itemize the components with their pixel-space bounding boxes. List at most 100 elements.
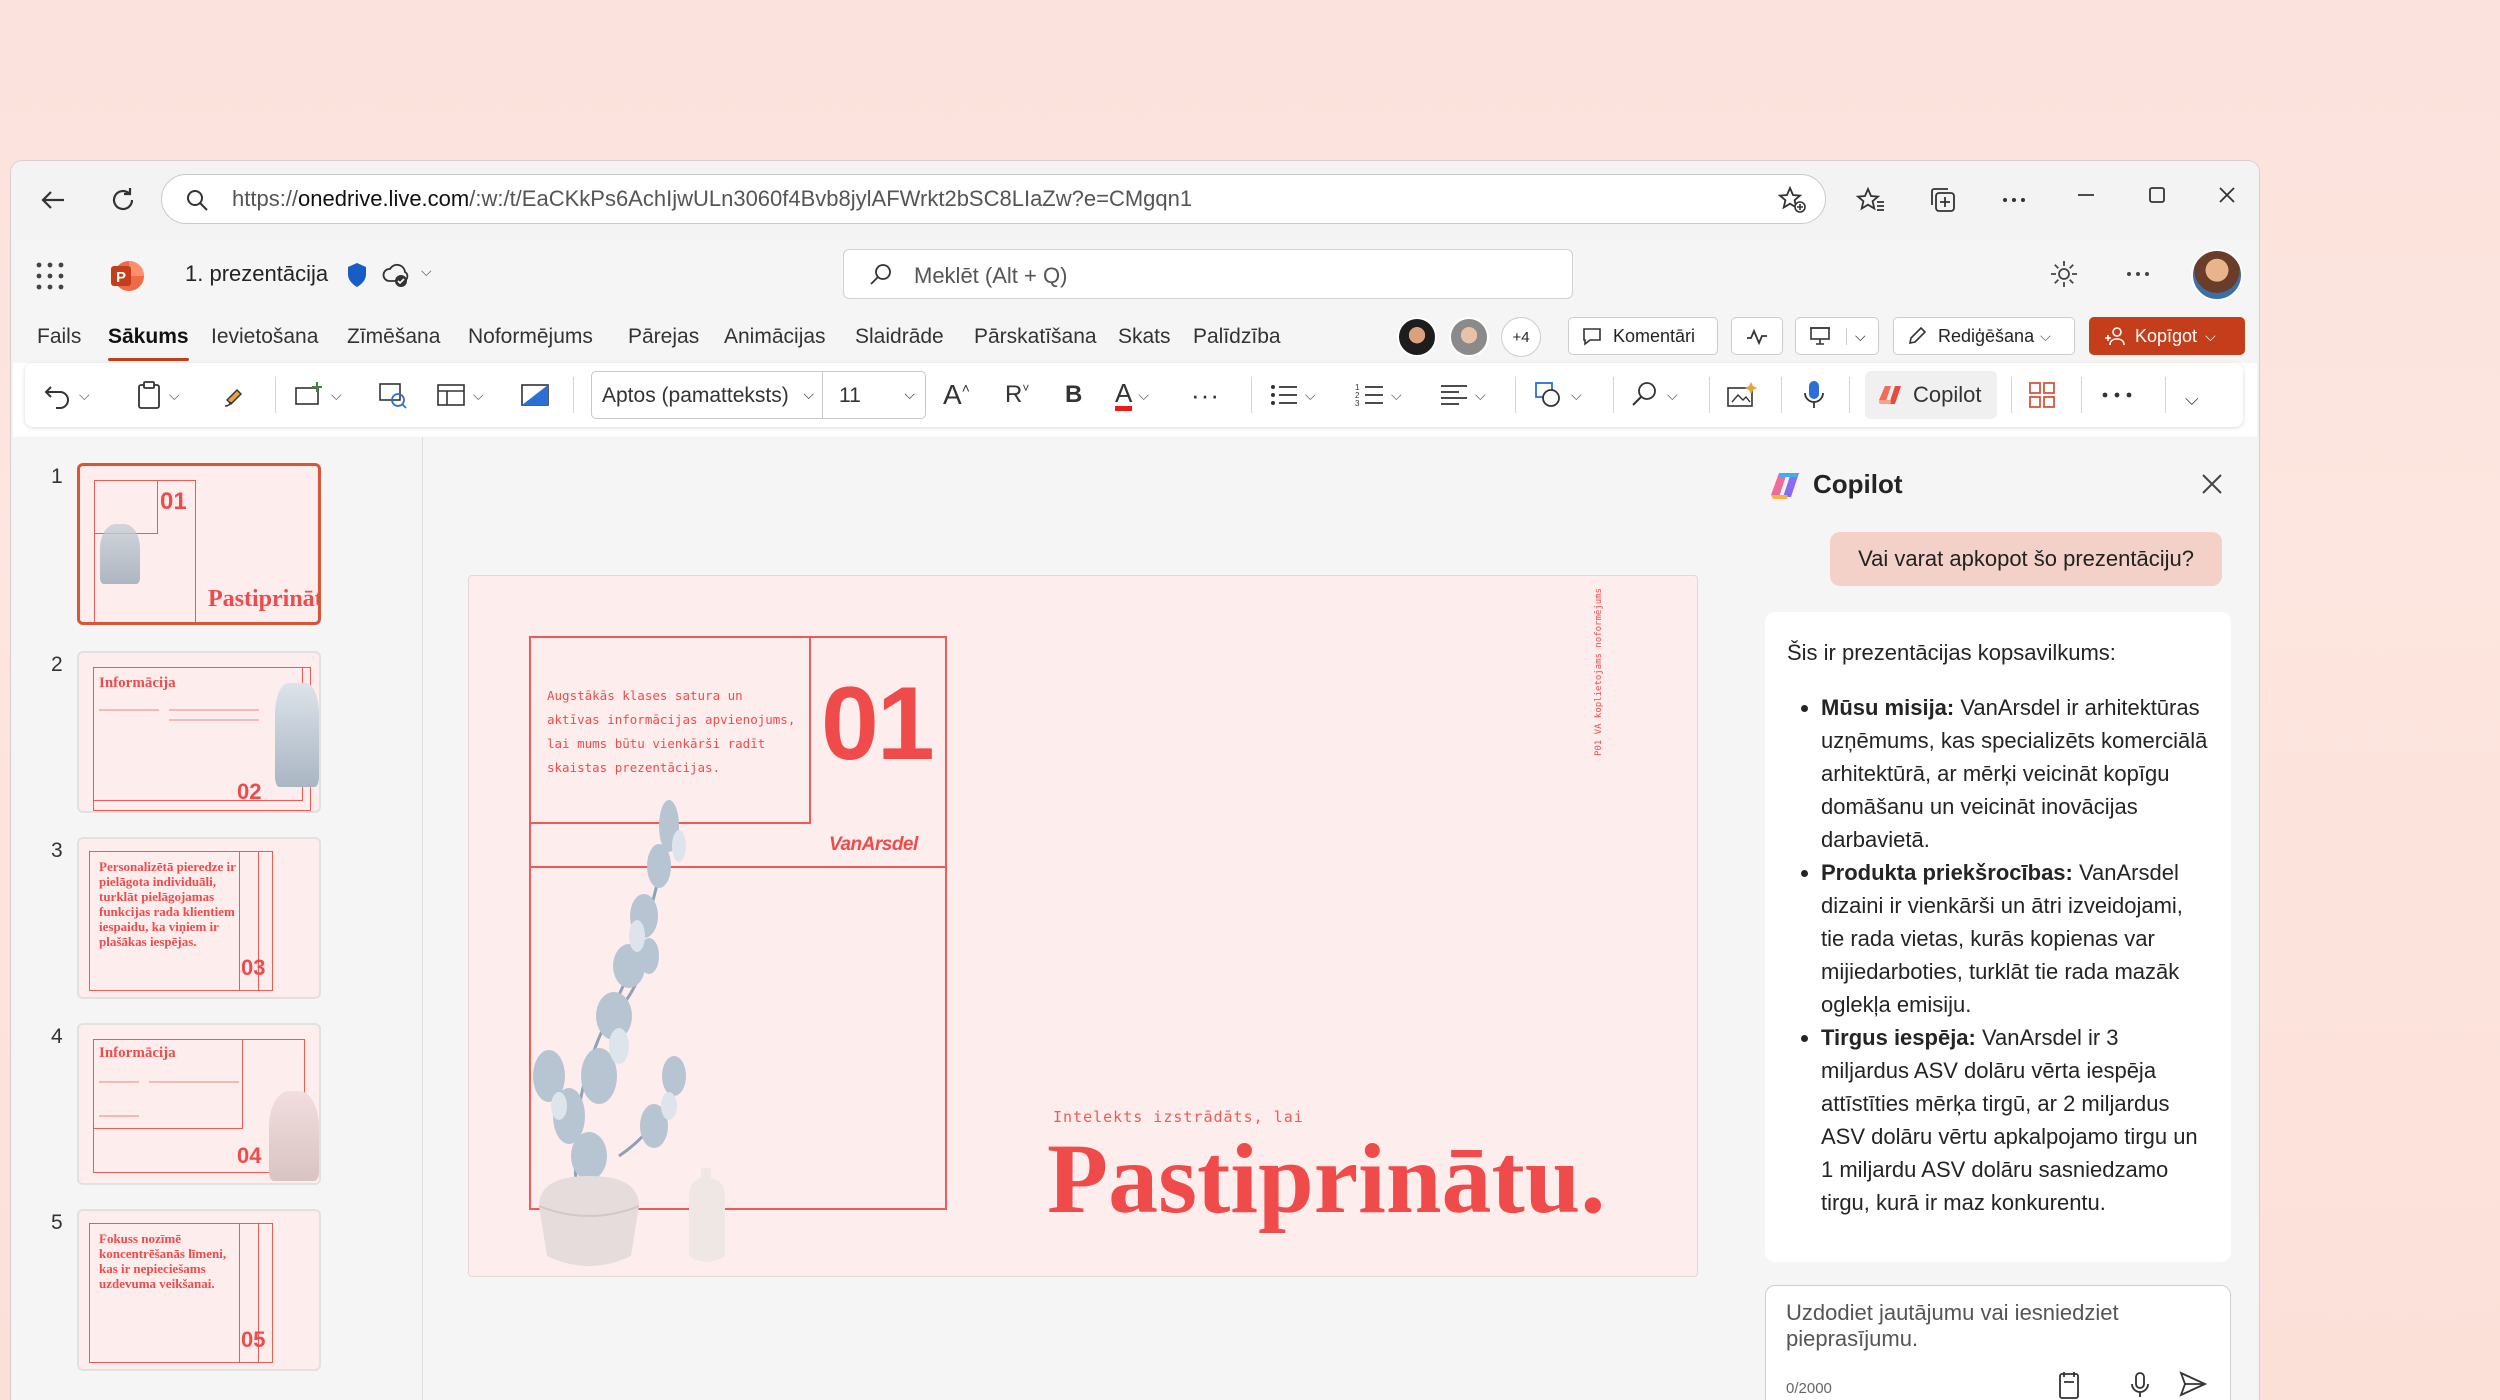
expand-ribbon-icon[interactable]: ⌵	[2185, 379, 2199, 419]
bullets-button[interactable]: ⌵	[1269, 375, 1316, 415]
thumbnail-title: Fokuss nozīmē koncentrēšanās līmeni, kas…	[99, 1231, 227, 1291]
undo-button[interactable]: ⌵	[43, 375, 90, 415]
background-icon	[521, 384, 549, 406]
format-painter-button[interactable]	[221, 375, 251, 415]
more-commands-button[interactable]	[2101, 375, 2133, 415]
url-host: onedrive.live.com	[298, 186, 470, 211]
copilot-pane: Copilot Vai varat apkopot šo prezentācij…	[1739, 437, 2257, 1400]
slide-thumbnail-4[interactable]: Informācija 04	[77, 1023, 321, 1185]
activity-button[interactable]	[1731, 317, 1783, 355]
bold-button[interactable]: B	[1065, 375, 1082, 415]
slide-background-button[interactable]	[519, 375, 551, 415]
tab-ievietosana[interactable]: Ievietošana	[211, 325, 318, 349]
find-button[interactable]: ⌵	[1629, 375, 1678, 415]
cloud-sync-icon[interactable]	[381, 261, 411, 294]
tab-skats[interactable]: Skats	[1118, 325, 1171, 349]
list-item: Produkta priekšrocības: VanArsdel dizain…	[1821, 856, 2209, 1021]
tab-sakums[interactable]: Sākums	[108, 325, 189, 361]
microphone-icon[interactable]	[2128, 1370, 2152, 1400]
collaborator-avatar-1[interactable]	[1397, 317, 1437, 357]
paste-button[interactable]: ⌵	[135, 375, 180, 415]
tab-animacijas[interactable]: Animācijas	[724, 325, 826, 349]
font-color-button[interactable]: A ⌵	[1115, 375, 1149, 415]
slide-thumbnail-1[interactable]: 01 Pastiprināt.	[77, 463, 321, 625]
font-name-select[interactable]: Aptos (pamatteksts) ⌵	[591, 371, 823, 419]
shapes-icon	[1535, 382, 1560, 407]
align-button[interactable]: ⌵	[1439, 375, 1486, 415]
refresh-icon[interactable]	[103, 180, 143, 220]
slide-number: 01	[821, 666, 935, 782]
more-header-options-icon[interactable]	[2123, 259, 2153, 294]
user-avatar[interactable]	[2191, 249, 2243, 301]
thumbnail-number: 1	[51, 465, 63, 488]
align-left-icon	[1441, 385, 1467, 405]
thumbnail-title: Informācija	[99, 675, 176, 691]
app-launcher-icon[interactable]	[35, 261, 65, 296]
tab-noformejums[interactable]: Noformējums	[468, 325, 593, 349]
chevron-down-icon[interactable]: ⌵	[421, 263, 432, 280]
close-window-icon[interactable]	[2207, 175, 2247, 215]
comment-icon	[1583, 328, 1601, 346]
slide-thumbnail-5[interactable]: Fokuss nozīmē koncentrēšanās līmeni, kas…	[77, 1209, 321, 1371]
close-icon[interactable]	[2199, 471, 2225, 502]
dictate-button[interactable]	[1801, 375, 1827, 415]
designer-button[interactable]	[1725, 375, 1759, 415]
numbering-button[interactable]: 123 ⌵	[1355, 375, 1402, 415]
collaborator-avatar-2[interactable]	[1449, 317, 1489, 357]
present-dropdown-icon[interactable]: ⌵	[1846, 327, 1866, 345]
minimize-icon[interactable]	[2066, 175, 2106, 215]
designer-icon	[1727, 382, 1757, 407]
shrink-font-button[interactable]: R ˅	[1005, 375, 1029, 415]
reuse-slides-button[interactable]	[377, 375, 409, 415]
slide-thumbnail-3[interactable]: Personalizētā pieredze ir pielāgota indi…	[77, 837, 321, 999]
slide-canvas[interactable]: Augstākās klases satura un aktīvas infor…	[468, 575, 1698, 1277]
collections-icon[interactable]	[1923, 180, 1963, 220]
document-title[interactable]: 1. prezentācija	[185, 261, 328, 287]
format-painter-icon	[224, 389, 242, 407]
comments-button[interactable]: Komentāri	[1568, 317, 1718, 355]
search-box[interactable]: Meklēt (Alt + Q)	[843, 249, 1573, 299]
shapes-button[interactable]: ⌵	[1533, 375, 1582, 415]
grow-font-button[interactable]: A ˄	[943, 375, 970, 415]
new-slide-button[interactable]: ⌵	[293, 375, 342, 415]
copilot-prompt-input[interactable]: Uzdodiet jautājumu vai iesniedziet piepr…	[1765, 1285, 2231, 1400]
favorite-add-icon[interactable]	[1777, 185, 1807, 215]
share-button[interactable]: Kopīgot ⌵	[2089, 317, 2245, 355]
font-size-value: 11	[839, 384, 861, 407]
maximize-icon[interactable]	[2137, 175, 2177, 215]
settings-gear-icon[interactable]	[2049, 259, 2079, 294]
editing-mode-button[interactable]: Rediģēšana ⌵	[1893, 317, 2075, 355]
sensitivity-shield-icon[interactable]	[345, 261, 369, 294]
favorites-icon[interactable]	[1851, 180, 1891, 220]
tab-fails[interactable]: Fails	[37, 325, 81, 349]
browser-toolbar: https://onedrive.live.com/:w:/t/EaCKkPs6…	[11, 161, 2259, 239]
slide-thumbnails-pane: 1 01 Pastiprināt. 2 Informācija 02 3 Per…	[13, 437, 423, 1400]
tab-slaidrade[interactable]: Slaidrāde	[855, 325, 944, 349]
numbering-icon: 123	[1355, 383, 1383, 408]
layout-button[interactable]: ⌵	[435, 375, 484, 415]
char-counter: 0/2000	[1786, 1380, 1832, 1397]
address-bar[interactable]: https://onedrive.live.com/:w:/t/EaCKkPs6…	[161, 174, 1826, 224]
more-collaborators-badge[interactable]: +4	[1501, 317, 1541, 357]
add-ins-button[interactable]	[2027, 375, 2057, 415]
tab-zimesana[interactable]: Zīmēšana	[347, 325, 440, 349]
powerpoint-app: P 1. prezentācija ⌵ Meklēt (Alt + Q) Fai…	[13, 239, 2257, 1400]
thumbnail-title: Personalizētā pieredze ir pielāgota indi…	[99, 859, 236, 949]
tab-parskatisana[interactable]: Pārskatīšana	[974, 325, 1097, 349]
thumbnail-number: 2	[51, 653, 63, 676]
prompt-guide-icon[interactable]	[2056, 1370, 2082, 1400]
send-icon[interactable]	[2178, 1370, 2208, 1400]
present-button[interactable]: ⌵	[1795, 317, 1879, 355]
thumbnail-slide-number: 03	[241, 955, 266, 980]
more-options-icon[interactable]	[1994, 180, 2034, 220]
clipboard-icon	[138, 381, 160, 409]
tab-palidziba[interactable]: Palīdzība	[1193, 325, 1281, 349]
slide-thumbnail-2[interactable]: Informācija 02	[77, 651, 321, 813]
back-icon[interactable]	[33, 180, 73, 220]
tab-parejas[interactable]: Pārejas	[628, 325, 699, 349]
font-size-select[interactable]: 11 ⌵	[822, 371, 926, 419]
activity-icon	[1747, 328, 1767, 346]
copilot-ribbon-button[interactable]: Copilot	[1865, 371, 1997, 419]
more-font-options-button[interactable]: ···	[1191, 375, 1220, 415]
new-slide-icon	[295, 382, 322, 405]
